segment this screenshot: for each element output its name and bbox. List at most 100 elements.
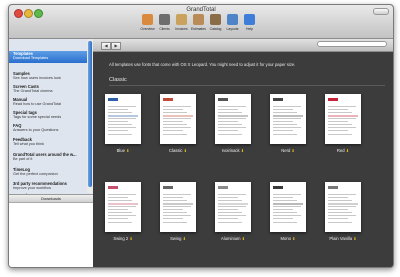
template-blue[interactable]: Blue ⬇ [102, 94, 144, 153]
template-mono[interactable]: Mono ⬇ [267, 182, 309, 241]
preview-line [108, 130, 128, 131]
preview-line [218, 112, 242, 113]
template-name-label: Swing 2 [113, 236, 129, 241]
preview-line [273, 130, 293, 131]
back-button[interactable]: ◀ [101, 42, 111, 50]
template-ivoirinack[interactable]: Ivoirinack ⬇ [212, 94, 254, 153]
preview-line [163, 134, 187, 135]
preview-line [328, 121, 348, 122]
sidebar-item-subtitle: Get the perfect companion [13, 172, 58, 176]
preview-line [273, 124, 297, 125]
sidebar-item-subtitle: Tags for some special needs [13, 115, 62, 119]
sidebar-item-special-tags[interactable]: Special tags Tags for some special needs [9, 110, 87, 119]
sidebar-item-samples[interactable]: Samples See how users invoices look [9, 71, 87, 80]
preview-line [108, 197, 128, 198]
preview-line [273, 134, 297, 135]
search-input[interactable] [317, 41, 387, 47]
template-red[interactable]: Red ⬇ [322, 94, 364, 153]
preview-line [108, 106, 136, 107]
preview-line [273, 197, 293, 198]
preview-line [163, 206, 191, 207]
downloads-header: Downloads [9, 195, 93, 203]
template-aluminium[interactable]: Aluminium ⬇ [212, 182, 254, 241]
template-preview[interactable] [215, 182, 251, 232]
preview-line [273, 121, 293, 122]
template-swing-2[interactable]: Swing 2 ⬇ [102, 182, 144, 241]
download-icon[interactable]: ⬇ [241, 236, 245, 241]
preview-line [328, 112, 352, 113]
template-classic[interactable]: Classic ⬇ [157, 94, 199, 153]
divider [109, 85, 385, 86]
download-icon[interactable]: ⬇ [183, 148, 187, 153]
toolbar-item-catalog[interactable]: Catalog [207, 14, 224, 38]
template-preview[interactable] [325, 94, 361, 144]
download-icon[interactable]: ⬇ [290, 148, 294, 153]
template-name: Plain Vanilla ⬇ [322, 236, 364, 241]
sidebar-item-timelog[interactable]: TimeLog Get the perfect companion [9, 167, 87, 176]
preview-line [328, 212, 352, 213]
preview-line [108, 200, 132, 201]
section-title: Classic [109, 77, 127, 83]
toolbar-item-invoices[interactable]: Invoices [173, 14, 190, 38]
download-icon[interactable]: ⬇ [345, 148, 349, 153]
downloads-panel: Downloads [9, 194, 93, 267]
toolbar-item-clients[interactable]: Clients [156, 14, 173, 38]
template-preview[interactable] [215, 94, 251, 144]
preview-line [163, 215, 191, 216]
preview-line [218, 222, 242, 223]
download-icon[interactable]: ⬇ [352, 236, 356, 241]
preview-line [163, 194, 191, 195]
overview-icon [142, 14, 153, 25]
toolbar-item-overview[interactable]: Overview [139, 14, 156, 38]
preview-header [163, 186, 173, 189]
preview-line [108, 222, 132, 223]
preview-line [328, 118, 356, 119]
template-preview[interactable] [160, 182, 196, 232]
template-preview[interactable] [270, 182, 306, 232]
template-preview[interactable] [105, 94, 141, 144]
toolbar-item-help[interactable]: Help [241, 14, 258, 38]
download-icon[interactable]: ⬇ [128, 236, 132, 241]
toolbar-item-estimates[interactable]: Estimates [190, 14, 207, 38]
download-icon[interactable]: ⬇ [181, 236, 186, 241]
template-preview[interactable] [105, 182, 141, 232]
preview-line [108, 209, 128, 210]
template-name: Mono ⬇ [267, 236, 309, 241]
forward-button[interactable]: ▶ [111, 42, 121, 50]
sidebar-item-templates[interactable]: Templates Download Templates [9, 51, 87, 63]
sidebar-item-3rd-party-recommendations[interactable]: 3rd party recommendations Improve your wo… [9, 181, 87, 190]
template-name-label: Plain Vanilla [329, 236, 353, 241]
content-area: All templates use fonts that come with O… [93, 52, 393, 267]
navigation-bar: ◀ ▶ ⌕ [93, 39, 393, 52]
preview-line [108, 218, 128, 219]
template-swing[interactable]: Swing ⬇ [157, 182, 199, 241]
template-preview[interactable] [270, 94, 306, 144]
sidebar-item-grandtotal-users-around-the-w[interactable]: GrandTotal users around the w... Be part … [9, 152, 87, 161]
download-icon[interactable]: ⬇ [240, 148, 244, 153]
template-name-label: Aluminium [220, 236, 241, 241]
preview-band [108, 203, 138, 205]
toolbar-toggle-button[interactable] [373, 8, 389, 15]
preview-band [328, 115, 358, 117]
preview-line [328, 197, 348, 198]
template-preview[interactable] [325, 182, 361, 232]
preview-line [273, 212, 297, 213]
sidebar-item-faq[interactable]: FAQ Answers to your Questions [9, 123, 87, 132]
preview-line [273, 200, 297, 201]
template-preview[interactable] [160, 94, 196, 144]
sidebar-item-feedback[interactable]: Feedback Tell what you think [9, 137, 87, 146]
template-name: Blue ⬇ [102, 148, 144, 153]
scrollbar-thumb[interactable] [88, 41, 92, 187]
sidebar-item-screen-casts[interactable]: Screen Casts The GrandTotal cinema [9, 84, 87, 93]
template-plain-vanilla[interactable]: Plain Vanilla ⬇ [322, 182, 364, 241]
template-name: Swing ⬇ [157, 236, 199, 241]
toolbar-item-layouts[interactable]: Layouts [224, 14, 241, 38]
preview-line [163, 124, 187, 125]
preview-line [108, 206, 136, 207]
toolbar-item-label: Invoices [175, 27, 188, 31]
template-nerd[interactable]: Nerd ⬇ [267, 94, 309, 153]
download-icon[interactable]: ⬇ [291, 236, 295, 241]
preview-line [218, 124, 242, 125]
download-icon[interactable]: ⬇ [125, 148, 129, 153]
sidebar-item-manual[interactable]: Manual Read how to use GrandTotal [9, 97, 87, 106]
